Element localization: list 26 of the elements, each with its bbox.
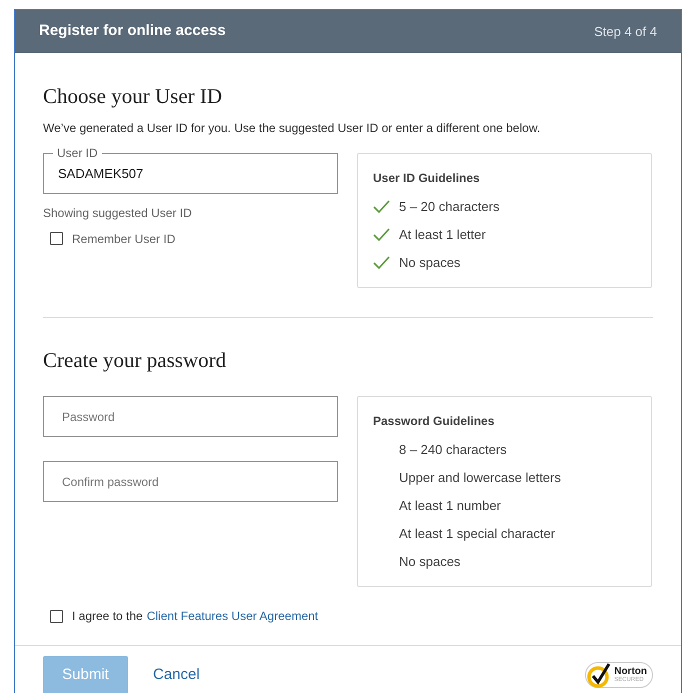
- guideline-text: At least 1 special character: [399, 525, 556, 544]
- section-heading: Choose your User ID: [43, 83, 224, 110]
- guideline-text: No spaces: [399, 254, 460, 272]
- guideline-text: Upper and lowercase letters: [399, 469, 561, 488]
- step-indicator: Step 4 of 4: [594, 22, 657, 41]
- checkmark-seal-icon: [586, 662, 612, 688]
- hint-text: Showing suggested User ID: [43, 204, 193, 222]
- section-heading: Create your password: [43, 346, 228, 374]
- header-title: Register for online access: [39, 21, 226, 42]
- guideline-text: 8 – 240 characters: [399, 441, 507, 460]
- badge-name: Norton: [614, 667, 647, 677]
- guideline-text: At least 1 number: [399, 497, 501, 516]
- guideline-text: At least 1 letter: [399, 226, 486, 244]
- guideline-text: 5 – 20 characters: [399, 198, 500, 216]
- description-text: We’ve generated a User ID for you. Use the suggested User ID or enter a different one below.: [43, 120, 542, 136]
- password-field[interactable]: Confirm password: [43, 461, 338, 502]
- agreement-link[interactable]: Client Features User Agreement: [146, 607, 318, 625]
- password-field[interactable]: Password: [43, 396, 338, 437]
- guidelines-title: User ID Guidelines: [373, 170, 481, 186]
- agreement-text: I agree to the: [72, 608, 143, 625]
- cancel-link[interactable]: Cancel: [153, 664, 200, 686]
- checkbox[interactable]: [50, 610, 63, 622]
- checkbox[interactable]: [50, 232, 63, 245]
- guideline-text: No spaces: [399, 553, 460, 572]
- guidelines-title: Password Guidelines: [373, 413, 496, 430]
- checkbox-label: Remember User ID: [72, 230, 176, 248]
